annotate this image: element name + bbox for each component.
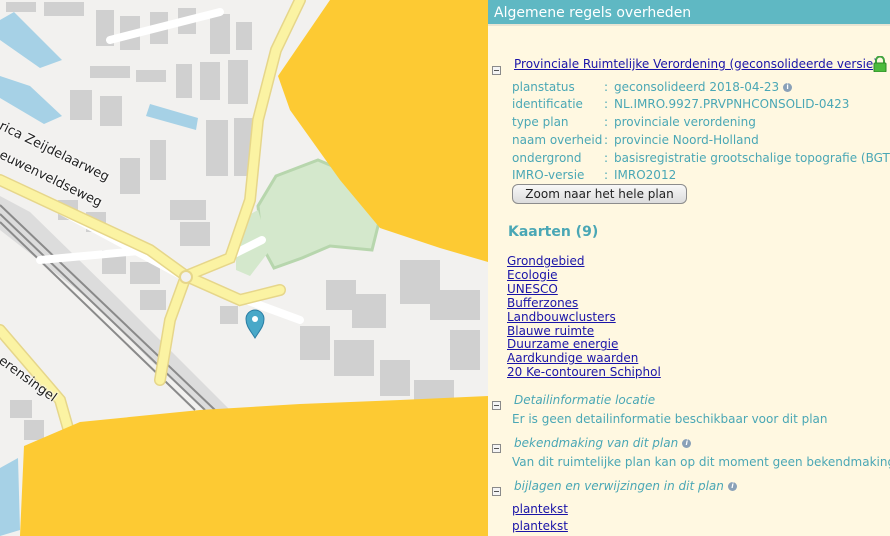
field-label: IMRO-versie [512,168,585,182]
field-naam-overheid: naam overheid: provincie Noord-Holland [512,133,759,147]
water-area [0,12,62,68]
field-value: IMRO2012 [614,168,677,182]
field-label: ondergrond [512,151,582,165]
bekendmaking-heading: bekendmaking van dit plan i [514,436,692,450]
plan-title-link[interactable]: Provinciale Ruimtelijke Verordening (gec… [514,57,878,71]
collapse-toggle-icon[interactable] [492,487,501,496]
kaart-link[interactable]: Duurzame energie [507,338,661,352]
collapse-toggle-icon[interactable] [492,444,501,453]
field-label: naam overheid [512,133,603,147]
water-area [146,104,198,130]
zoom-to-plan-button[interactable]: Zoom naar het hele plan [512,184,687,204]
bekendmaking-text: Van dit ruimtelijke plan kan op dit mome… [512,455,890,469]
field-value: geconsolideerd 2018-04-23 [614,80,780,94]
kaart-link[interactable]: 20 Ke-contouren Schiphol [507,365,661,380]
kaart-link[interactable]: Ecologie [507,268,661,283]
kaart-link[interactable]: Bufferzones [507,296,661,311]
field-type-plan: type plan: provinciale verordening [512,115,756,129]
bijlagen-title: bijlagen en verwijzingen in dit plan [514,479,724,493]
bijlagen-heading: bijlagen en verwijzingen in dit plan i [514,479,737,493]
plantekst-link[interactable]: plantekst [512,502,568,516]
bijlagen-section: bijlagen en verwijzingen in dit plan i [492,479,737,500]
location-pin-icon[interactable] [245,309,265,339]
plan-section: Provinciale Ruimtelijke Verordening (gec… [492,57,878,79]
field-value: provinciale verordening [614,115,756,129]
plantekst-link[interactable]: plantekst [512,519,568,533]
field-imro-versie: IMRO-versie: IMRO2012 [512,168,677,182]
field-value: basisregistratie grootschalige topografi… [614,151,890,165]
field-label: planstatus [512,80,575,94]
map-canvas[interactable] [0,0,488,536]
roundabout [179,270,193,284]
kaart-link[interactable]: Landbouwclusters [507,310,661,325]
kaarten-list: Grondgebied Ecologie UNESCO Bufferzones … [507,254,661,380]
info-icon[interactable]: i [783,83,793,92]
kaart-link[interactable]: Aardkundige waarden [507,351,661,366]
detail-section: Detailinformatie locatie [492,393,655,414]
detail-text: Er is geen detailinformatie beschikbaar … [512,412,828,426]
field-planstatus: planstatus: geconsolideerd 2018-04-23 i [512,80,793,94]
map-view[interactable]: rica Zeijdelaarweg euwenveldseweg erensi… [0,0,488,536]
field-ondergrond: ondergrond: basisregistratie grootschalig… [512,151,890,165]
water-area [0,458,20,536]
kaart-link[interactable]: Blauwe ruimte [507,324,661,339]
collapse-toggle-icon[interactable] [492,66,501,75]
field-identificatie: identificatie: NL.IMRO.9927.PRVPNHCONSOLI… [512,97,850,111]
collapse-toggle-icon[interactable] [492,401,501,410]
kaart-link[interactable]: Grondgebied [507,254,661,269]
info-icon[interactable]: i [682,439,692,448]
info-panel: Algemene regels overheden Provinciale Ru… [488,0,890,536]
bekendmaking-title: bekendmaking van dit plan [514,436,679,450]
field-value: NL.IMRO.9927.PRVPNHCONSOLID-0423 [614,97,850,111]
lock-icon [873,56,887,72]
info-icon[interactable]: i [727,482,737,491]
panel-header: Algemene regels overheden [488,0,890,26]
plan-area-highlight[interactable] [20,396,488,536]
water-area [0,76,62,124]
field-value: provincie Noord-Holland [614,133,759,147]
field-label: identificatie [512,97,583,111]
detail-heading: Detailinformatie locatie [514,393,656,407]
bekendmaking-section: bekendmaking van dit plan i [492,436,692,457]
kaarten-heading: Kaarten (9) [508,224,599,240]
field-label: type plan [512,115,569,129]
kaart-link[interactable]: UNESCO [507,282,661,297]
